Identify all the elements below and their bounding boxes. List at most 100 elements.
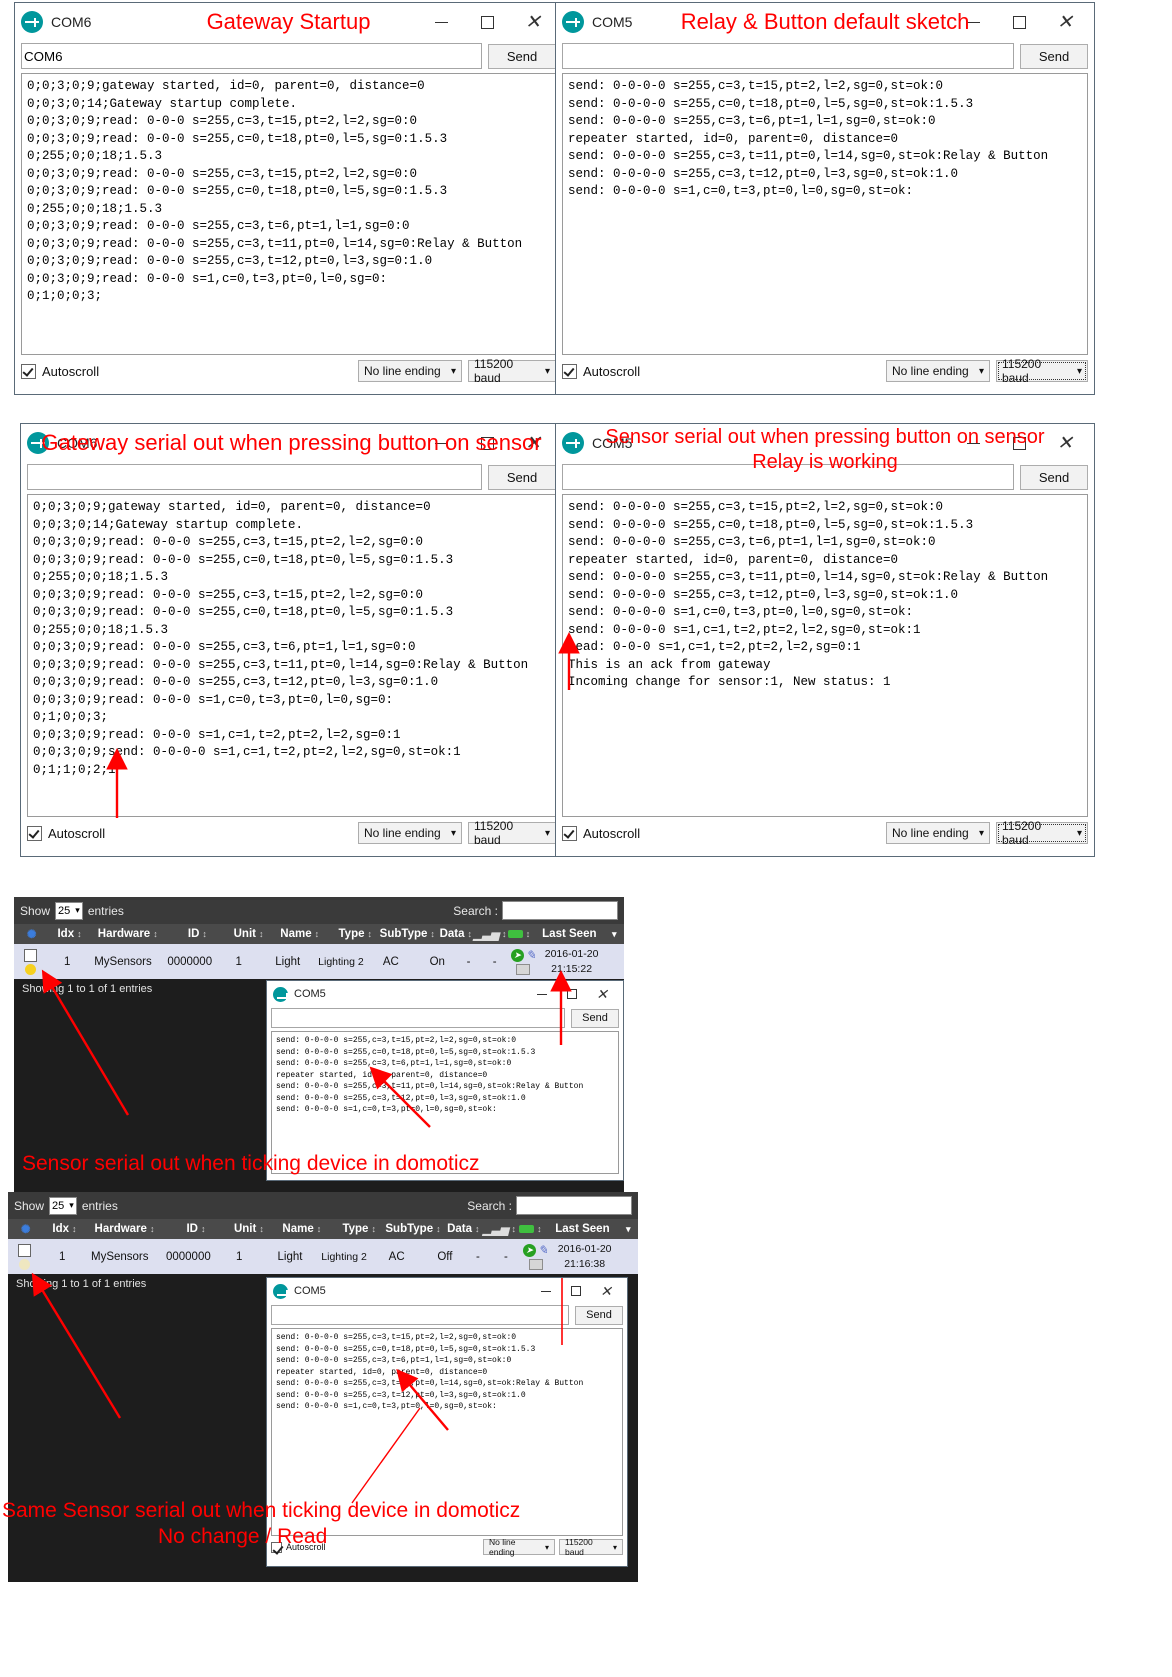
column-header-unit[interactable]: Unit ↕ <box>229 1223 270 1235</box>
table-row[interactable]: 1 MySensors 0000000 1 Light Lighting 2 A… <box>8 1239 638 1274</box>
line-ending-dropdown[interactable]: No line ending ▾ <box>358 822 462 844</box>
column-header-battery-icon[interactable]: ↕ <box>514 1224 546 1234</box>
serial-send-input[interactable] <box>271 1008 565 1028</box>
column-header-signal-icon[interactable]: ▁▃▅ ↕ <box>474 928 507 941</box>
baud-rate-dropdown[interactable]: 115200 baud ▾ <box>468 357 556 385</box>
column-selector-icon[interactable]: ✺ <box>8 1222 43 1236</box>
cell-type: Lighting 2 <box>321 1250 367 1263</box>
column-selector-icon[interactable]: ✺ <box>14 927 49 941</box>
row-status-icons[interactable] <box>14 948 48 975</box>
serial-send-input[interactable] <box>562 43 1014 69</box>
autoscroll-checkbox[interactable]: Autoscroll <box>562 363 640 379</box>
close-button[interactable]: ✕ <box>510 6 556 38</box>
column-header-subtype[interactable]: SubType ↕ <box>384 1223 442 1235</box>
serial-output-area[interactable]: send: 0-0-0-0 s=255,c=3,t=15,pt=2,l=2,sg… <box>562 73 1088 355</box>
column-header-menu-icon[interactable]: ▾ <box>619 1224 638 1235</box>
column-header-subtype[interactable]: SubType ↕ <box>379 928 435 940</box>
minimize-button[interactable] <box>531 1280 561 1302</box>
row-action-icons[interactable]: ➤ ✎ <box>509 948 538 975</box>
column-header-menu-icon[interactable]: ▾ <box>605 929 624 940</box>
serial-output-area[interactable]: 0;0;3;0;9;gateway started, id=0, parent=… <box>21 73 556 355</box>
column-header-name[interactable]: Name ↕ <box>269 1223 334 1235</box>
column-header-last-seen[interactable]: Last Seen <box>534 928 605 940</box>
autoscroll-checkbox[interactable]: Autoscroll <box>27 825 105 841</box>
column-header-data[interactable]: Data ↕ <box>442 1223 484 1235</box>
close-button[interactable]: ✕ <box>591 1280 621 1302</box>
minimize-button[interactable] <box>418 427 464 459</box>
column-header-type[interactable]: Type ↕ <box>334 1223 383 1235</box>
search-input[interactable] <box>502 901 618 920</box>
column-header-hardware[interactable]: Hardware ↕ <box>86 1223 164 1235</box>
send-button[interactable]: Send <box>575 1305 623 1325</box>
row-action-icons[interactable]: ➤ ✎ <box>521 1243 550 1270</box>
maximize-button[interactable] <box>557 983 587 1005</box>
serial-send-input[interactable] <box>271 1305 569 1325</box>
line-ending-dropdown[interactable]: No line ending ▾ <box>358 360 462 382</box>
send-button[interactable]: Send <box>488 43 556 69</box>
entries-count-value: 25 <box>52 1199 65 1212</box>
cell-battery: - <box>492 955 497 968</box>
column-header-id[interactable]: ID ↕ <box>166 928 229 940</box>
minimize-button[interactable] <box>527 983 557 1005</box>
column-header-idx[interactable]: Idx ↕ <box>43 1223 85 1235</box>
baud-rate-dropdown[interactable]: 115200 baud ▾ <box>996 357 1088 385</box>
serial-output-area[interactable]: 0;0;3;0;9;gateway started, id=0, parent=… <box>27 494 556 817</box>
entries-count-dropdown[interactable]: 25 ▾ <box>49 1196 77 1215</box>
column-header-id[interactable]: ID ↕ <box>163 1223 228 1235</box>
baud-rate-dropdown[interactable]: 115200 baud ▾ <box>468 819 556 847</box>
column-header-battery-icon[interactable]: ↕ <box>504 929 534 939</box>
table-row[interactable]: 1 MySensors 0000000 1 Light Lighting 2 A… <box>14 944 624 979</box>
baud-rate-dropdown[interactable]: 115200 baud ▾ <box>559 1537 623 1557</box>
minimize-button[interactable] <box>950 6 996 38</box>
maximize-button[interactable] <box>464 427 510 459</box>
line-ending-dropdown[interactable]: No line ending ▾ <box>483 1537 555 1557</box>
serial-output-area[interactable]: send: 0-0-0-0 s=255,c=3,t=15,pt=2,l=2,sg… <box>562 494 1088 817</box>
search-input[interactable] <box>516 1196 632 1215</box>
row-checkbox-icon[interactable] <box>18 1243 32 1257</box>
autoscroll-checkbox[interactable]: Autoscroll <box>562 825 640 841</box>
line-ending-value: No line ending <box>364 826 441 840</box>
entries-count-dropdown[interactable]: 25 ▾ <box>55 901 83 920</box>
window-controls: ✕ <box>418 6 556 38</box>
close-button[interactable]: ✕ <box>1042 6 1088 38</box>
caption-same-sensor-line1: Same Sensor serial out when ticking devi… <box>2 1499 521 1522</box>
column-header-idx[interactable]: Idx ↕ <box>49 928 90 940</box>
maximize-button[interactable] <box>464 6 510 38</box>
serial-send-input[interactable] <box>21 43 482 69</box>
row-checkbox-icon[interactable] <box>24 948 38 962</box>
line-ending-dropdown[interactable]: No line ending ▾ <box>886 822 990 844</box>
activate-icon[interactable]: ➤ <box>523 1243 536 1257</box>
send-button[interactable]: Send <box>571 1008 619 1028</box>
serial-log-text: 0;0;3;0;9;gateway started, id=0, parent=… <box>27 79 523 303</box>
maximize-button[interactable] <box>561 1280 591 1302</box>
column-header-signal-icon[interactable]: ▁▃▅ ↕ <box>483 1223 516 1236</box>
column-header-unit[interactable]: Unit ↕ <box>229 928 268 940</box>
column-header-last-seen[interactable]: Last Seen <box>546 1223 618 1235</box>
baud-rate-dropdown[interactable]: 115200 baud ▾ <box>996 819 1088 847</box>
arduino-logo-icon <box>562 432 584 454</box>
window-titlebar: COM5 ✕ <box>267 1278 627 1304</box>
minimize-button[interactable] <box>418 6 464 38</box>
maximize-button[interactable] <box>996 6 1042 38</box>
column-header-data[interactable]: Data ↕ <box>436 928 477 940</box>
serial-monitor-footer: Autoscroll No line ending ▾ 115200 baud ▾ <box>556 355 1094 387</box>
send-button[interactable]: Send <box>1020 43 1088 69</box>
notes-icon[interactable] <box>528 1259 543 1270</box>
column-header-name[interactable]: Name ↕ <box>268 928 331 940</box>
send-button[interactable]: Send <box>488 464 556 490</box>
line-ending-dropdown[interactable]: No line ending ▾ <box>886 360 990 382</box>
row-status-icons[interactable] <box>8 1243 42 1270</box>
serial-send-input[interactable] <box>27 464 482 490</box>
autoscroll-checkbox[interactable]: Autoscroll <box>21 363 99 379</box>
domoticz-toolbar: Show 25 ▾ entries Search : <box>14 897 624 924</box>
cell-id: 0000000 <box>167 955 213 968</box>
close-button[interactable]: ✕ <box>587 983 617 1005</box>
close-button[interactable]: ✕ <box>510 427 556 459</box>
column-header-type[interactable]: Type ↕ <box>331 928 379 940</box>
notes-icon[interactable] <box>516 964 531 975</box>
activate-icon[interactable]: ➤ <box>510 948 524 962</box>
edit-icon[interactable]: ✎ <box>538 1243 548 1257</box>
table-header-row: ✺ Idx ↕ Hardware ↕ ID ↕ Unit ↕ Name ↕ Type ↕ S… <box>8 1219 638 1239</box>
column-header-hardware[interactable]: Hardware ↕ <box>90 928 166 940</box>
edit-icon[interactable]: ✎ <box>526 948 536 962</box>
